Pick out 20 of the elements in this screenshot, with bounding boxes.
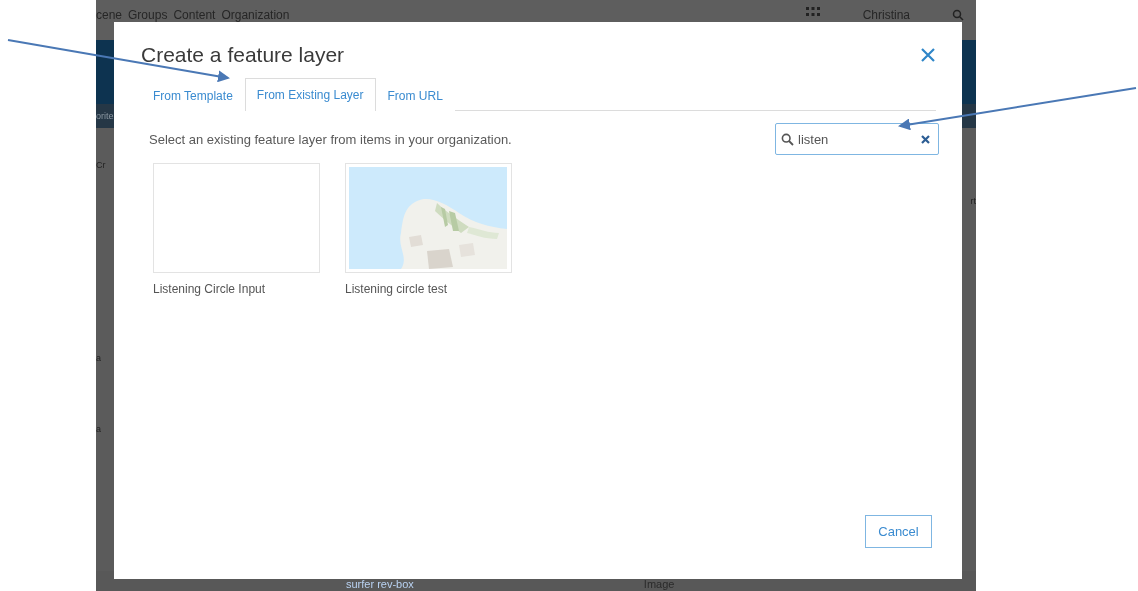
tab-label: orite (96, 110, 114, 122)
nav-link[interactable]: cene (96, 9, 123, 22)
cancel-button[interactable]: Cancel (865, 515, 932, 548)
tab[interactable]: From Existing Layer (244, 78, 376, 111)
nav-link[interactable]: Content (173, 9, 216, 22)
search-icon (781, 133, 794, 146)
item-title[interactable]: Listening Circle Input (153, 282, 320, 296)
description-text: Select an existing feature layer from items in your organization. (149, 131, 512, 147)
nav-link[interactable]: Groups (128, 9, 168, 22)
apps-grid-icon[interactable] (804, 6, 821, 18)
dialog-title: Create a feature layer (141, 42, 345, 68)
item-title-link[interactable]: surfer rev-box (346, 578, 414, 591)
close-icon[interactable] (920, 47, 936, 63)
search-field[interactable]: listen (775, 123, 939, 155)
user-menu[interactable]: Christina (862, 9, 910, 22)
clear-icon[interactable] (921, 135, 930, 144)
nav-link[interactable]: Organization (221, 9, 290, 22)
blank-thumbnail[interactable] (153, 163, 320, 273)
search-icon[interactable] (952, 9, 964, 21)
item-title[interactable]: Listening circle test (345, 282, 512, 296)
